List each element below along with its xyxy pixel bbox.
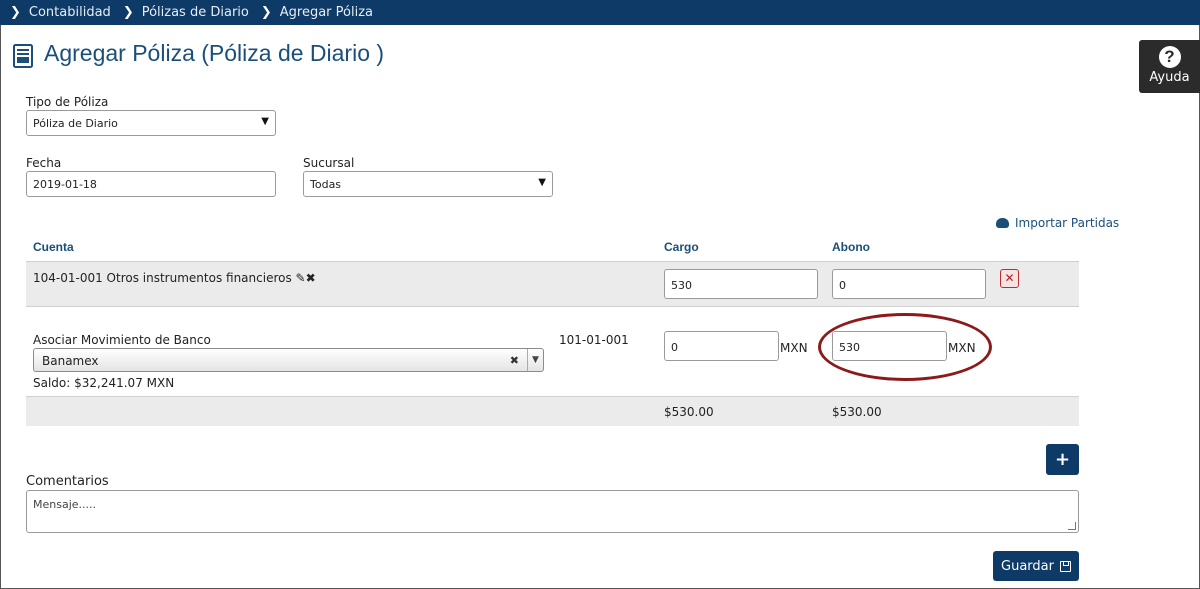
fecha-value: 2019-01-18 <box>33 178 97 191</box>
floppy-disk-icon <box>1059 560 1071 572</box>
add-row-button[interactable]: + <box>1046 444 1079 475</box>
import-label: Importar Partidas <box>1015 216 1120 230</box>
fecha-input[interactable]: 2019-01-18 <box>26 171 276 197</box>
total-cargo: $530.00 <box>664 405 714 419</box>
save-button[interactable]: Guardar <box>993 551 1079 581</box>
row2-cargo-currency: MXN <box>780 341 808 355</box>
chevron-right-icon: ❯ <box>122 5 134 20</box>
row1-cargo-input[interactable]: 530 <box>664 269 818 299</box>
cloud-upload-icon <box>996 218 1009 228</box>
sucursal-value: Todas <box>310 178 342 191</box>
bank-movement-select[interactable]: Banamex ✖ ▼ <box>33 348 544 372</box>
tipo-poliza-select[interactable]: Póliza de Diario ▼ <box>26 110 276 136</box>
help-button[interactable]: ? Ayuda <box>1139 40 1200 93</box>
total-abono: $530.00 <box>832 405 882 419</box>
plus-icon: + <box>1054 449 1071 470</box>
tipo-poliza-value: Póliza de Diario <box>33 117 118 130</box>
save-label: Guardar <box>1001 558 1054 574</box>
breadcrumb-agregar-poliza: Agregar Póliza <box>279 5 374 20</box>
totals-row <box>26 396 1079 426</box>
col-header-cuenta: Cuenta <box>33 240 74 254</box>
row1-abono-input[interactable]: 0 <box>832 269 986 299</box>
tipo-poliza-label: Tipo de Póliza <box>26 95 109 109</box>
help-label: Ayuda <box>1149 70 1190 85</box>
comments-textarea[interactable]: Mensaje..... <box>26 490 1079 533</box>
sucursal-select[interactable]: Todas ▼ <box>303 171 553 197</box>
delete-row-button[interactable]: ✕ <box>1000 269 1019 288</box>
row1-cuenta: 104-01-001 Otros instrumentos financiero… <box>33 271 316 285</box>
saldo-text: Saldo: $32,241.07 MXN <box>33 376 175 390</box>
question-icon: ? <box>1158 46 1181 68</box>
row1-cargo-value: 530 <box>671 279 692 292</box>
clear-icon[interactable]: ✖ <box>510 354 519 367</box>
breadcrumb-polizas-diario[interactable]: Pólizas de Diario <box>142 5 249 20</box>
breadcrumb: ❯ Contabilidad ❯ Pólizas de Diario ❯ Agr… <box>0 0 1200 25</box>
sucursal-label: Sucursal <box>303 156 355 170</box>
col-header-cargo: Cargo <box>664 240 699 254</box>
row2-cargo-input[interactable]: 0 <box>664 331 779 361</box>
chevron-right-icon: ❯ <box>10 5 21 20</box>
chevron-right-icon: ❯ <box>260 5 272 20</box>
row2-cuenta: 101-01-001 <box>559 333 629 347</box>
col-header-abono: Abono <box>832 240 870 254</box>
edit-icon[interactable]: ✎ <box>296 271 306 285</box>
caret-down-icon[interactable]: ▼ <box>527 349 543 371</box>
comments-placeholder: Mensaje..... <box>33 498 97 511</box>
resize-handle-icon[interactable] <box>1068 522 1076 530</box>
bank-value: Banamex <box>42 354 99 368</box>
comments-label: Comentarios <box>26 474 109 489</box>
fecha-label: Fecha <box>26 156 62 170</box>
close-icon: ✕ <box>1004 271 1015 285</box>
row2-cargo-value: 0 <box>671 341 678 354</box>
page-title: Agregar Póliza (Póliza de Diario ) <box>44 40 385 66</box>
highlight-annotation <box>818 313 992 381</box>
caret-down-icon: ▼ <box>538 177 546 188</box>
remove-account-icon[interactable]: ✖ <box>306 271 316 285</box>
breadcrumb-contabilidad[interactable]: Contabilidad <box>29 5 111 20</box>
caret-down-icon: ▼ <box>261 116 269 127</box>
import-partidas-link[interactable]: Importar Partidas <box>996 216 1119 230</box>
row1-abono-value: 0 <box>839 279 846 292</box>
asociar-label: Asociar Movimiento de Banco <box>33 333 211 347</box>
ledger-icon <box>13 44 33 68</box>
row1-cuenta-text: 104-01-001 Otros instrumentos financiero… <box>33 271 292 285</box>
